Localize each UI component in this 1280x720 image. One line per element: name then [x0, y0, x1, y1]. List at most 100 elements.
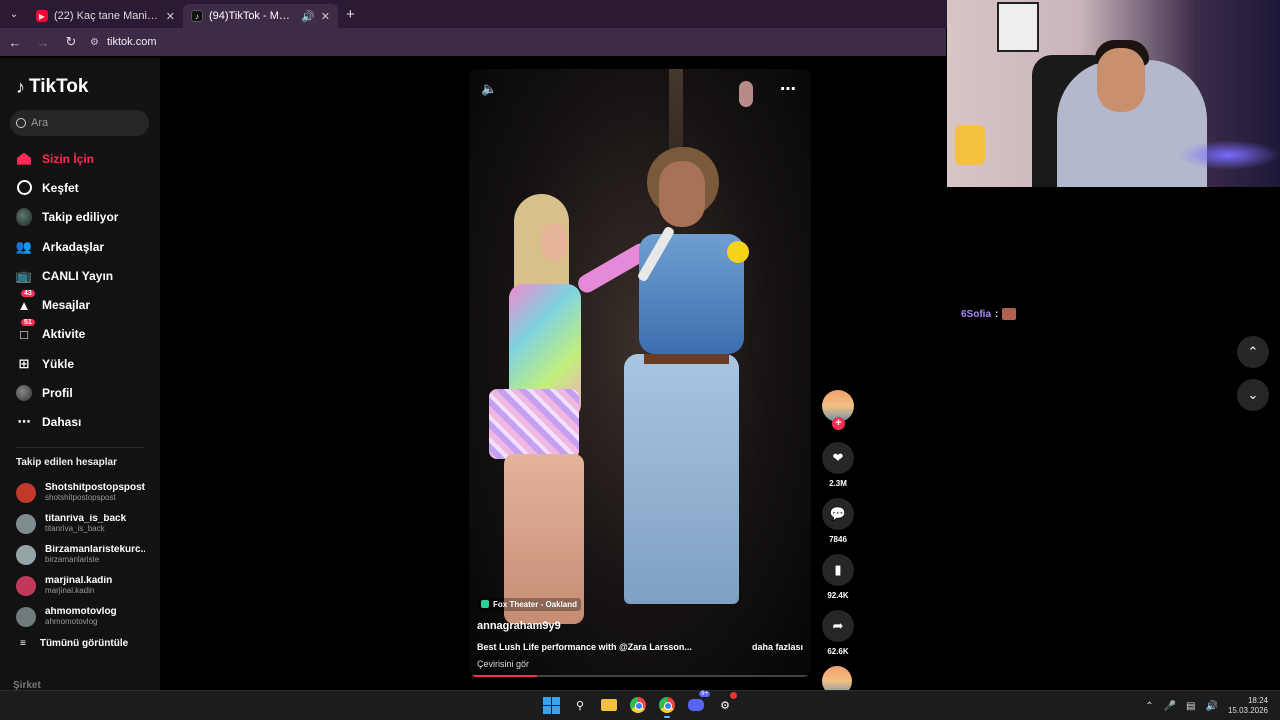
volume-icon[interactable]: 🔈	[481, 81, 497, 97]
video-progress-fill	[469, 675, 538, 677]
url-text: tiktok.com	[106, 36, 157, 48]
account-handle: titanriva_is_back	[45, 524, 105, 534]
discord-badge: 9+	[699, 691, 710, 697]
nav-label: Keşfet	[42, 180, 79, 195]
stream-chat-message: 6Sofia :	[961, 308, 1017, 320]
reload-icon[interactable]: ↻	[62, 34, 80, 50]
microphone-icon[interactable]: 🎤	[1164, 701, 1176, 712]
file-explorer-button[interactable]	[599, 695, 619, 715]
compass-icon	[16, 180, 32, 196]
nav-item-explore[interactable]: Keşfet	[0, 173, 160, 202]
following-account[interactable]: Birzamanlaristekurc... birzamanlariste	[16, 540, 156, 571]
nav-item-upload[interactable]: ⊞ Yükle	[0, 349, 160, 378]
save-button[interactable]: ▮	[822, 554, 854, 586]
video-actions: + ❤ 2.3M 💬 7846 ▮ 92.4K ➦ 62.6K	[822, 390, 854, 696]
discord-button[interactable]: 9+	[686, 691, 710, 715]
tiktok-sidebar: ♪ TikTok Ara Sizin İçin Keşfet Takip edi…	[0, 58, 160, 691]
forward-arrow-icon[interactable]: →	[34, 35, 52, 50]
close-icon[interactable]: ✕	[321, 10, 330, 23]
nav-label: Sizin İçin	[42, 151, 95, 166]
clock-time: 18:24	[1247, 696, 1268, 705]
tiktok-logo[interactable]: ♪ TikTok	[16, 76, 88, 98]
close-icon[interactable]: ✕	[166, 10, 175, 23]
save-count: 92.4K	[827, 591, 849, 600]
nav-item-messages[interactable]: ▲ 43 Mesajlar	[0, 290, 160, 319]
nav-item-following[interactable]: Takip ediliyor	[0, 203, 160, 232]
video-player[interactable]: 🔈 ⋯ Fox Theater - Oakland annagraham9y9 …	[469, 69, 811, 677]
see-all-label: Tümünü görüntüle	[39, 638, 129, 649]
chevron-down-icon: ⌄	[1247, 387, 1259, 402]
more-options-icon[interactable]: ⋯	[780, 79, 797, 99]
nav-item-activity[interactable]: □ 51 Aktivite	[0, 319, 160, 349]
browser-tab-youtube[interactable]: ▶ (22) Kaç tane Manifest şarkısı b ✕	[28, 4, 183, 28]
webcam-detail	[997, 2, 1039, 52]
search-button[interactable]: ⚲	[570, 695, 590, 715]
chrome-active-button[interactable]	[657, 695, 677, 718]
upload-icon: ⊞	[18, 355, 30, 371]
nav-item-live[interactable]: 📺 CANLI Yayın	[0, 261, 160, 290]
nav-item-friends[interactable]: 👥 Arkadaşlar	[0, 232, 160, 261]
start-button[interactable]	[541, 695, 561, 715]
nav-label: Dahası	[42, 415, 82, 430]
follow-plus-icon[interactable]: +	[832, 417, 845, 430]
site-info-icon[interactable]: ⚙	[90, 37, 99, 48]
next-video-button[interactable]: ⌄	[1237, 379, 1269, 411]
speaker-icon[interactable]: 🔊	[301, 10, 315, 23]
following-account[interactable]: ahmomotovlog ahmomotovlog	[16, 601, 156, 632]
tab-title: (94)TikTok - Make Your Day	[209, 10, 296, 22]
video-author[interactable]: annagraham9y9	[477, 620, 803, 632]
tiktok-icon: ♪	[16, 76, 25, 97]
video-description: Best Lush Life performance with @Zara La…	[477, 642, 692, 652]
search-placeholder: Ara	[31, 117, 49, 129]
comment-count: 7846	[829, 535, 847, 544]
heart-icon: ❤	[832, 450, 844, 465]
webcam-detail	[1177, 140, 1280, 170]
following-account[interactable]: Shotshitpostopspost shotshitpostopspost	[16, 478, 156, 509]
location-tag[interactable]: Fox Theater - Oakland	[477, 597, 582, 611]
avatar	[16, 575, 36, 596]
avatar	[16, 606, 36, 627]
share-arrow-icon: ➦	[832, 618, 844, 633]
back-arrow-icon[interactable]: ←	[6, 35, 24, 50]
chrome-button[interactable]	[628, 695, 648, 715]
messages-badge: 43	[21, 290, 35, 298]
app-button[interactable]: ⚙	[715, 692, 737, 715]
share-button[interactable]: ➦	[822, 610, 854, 642]
search-input[interactable]: Ara	[10, 110, 149, 136]
video-frame-detail	[659, 161, 705, 227]
new-tab-button[interactable]: +	[346, 6, 355, 23]
profile-avatar-icon	[16, 385, 32, 402]
nav-item-profile[interactable]: Profil	[0, 378, 160, 407]
translate-link[interactable]: Çevirisini gör	[477, 659, 803, 669]
nav-item-for-you[interactable]: Sizin İçin	[0, 144, 160, 173]
nav-item-more[interactable]: ⋯ Dahası	[0, 408, 160, 437]
live-tv-icon: 📺	[15, 267, 33, 283]
previous-video-button[interactable]: ⌃	[1237, 336, 1269, 368]
creator-avatar[interactable]: +	[822, 390, 854, 430]
video-frame-detail	[644, 354, 729, 364]
chevron-up-icon[interactable]: ⌃	[1145, 701, 1153, 712]
webcam-detail	[955, 125, 985, 165]
chrome-icon	[630, 697, 646, 713]
share-count: 62.6K	[827, 647, 849, 656]
video-top-controls: 🔈 ⋯	[469, 69, 811, 109]
following-list: Shotshitpostopspost shotshitpostopspost t…	[16, 478, 156, 632]
chevron-down-icon: ⌄	[9, 8, 19, 20]
windows-taskbar: ⚲ 9+ ⚙ ⌃ 🎤 ▤ 🔊 18:24 15.03.2026	[0, 690, 1280, 720]
like-button[interactable]: ❤	[822, 442, 854, 474]
see-more-link[interactable]: daha fazlası	[752, 642, 803, 652]
account-name: Birzamanlaristekurc...	[45, 544, 145, 555]
following-account[interactable]: marjinal.kadin marjinal.kadin	[16, 570, 156, 601]
tab-search-button[interactable]: ⌄	[0, 0, 28, 28]
account-name: Shotshitpostopspost	[45, 483, 145, 494]
browser-tab-tiktok[interactable]: ♪ (94)TikTok - Make Your Day 🔊 ✕	[183, 4, 338, 28]
system-clock[interactable]: 18:24 15.03.2026	[1228, 696, 1268, 716]
account-name: marjinal.kadin	[45, 575, 113, 586]
speaker-icon[interactable]: 🔊	[1206, 701, 1218, 712]
network-icon[interactable]: ▤	[1186, 701, 1195, 712]
following-account[interactable]: titanriva_is_back titanriva_is_back	[16, 509, 156, 540]
comment-button[interactable]: 💬	[822, 498, 854, 530]
url-field[interactable]: ⚙ tiktok.com	[90, 36, 156, 48]
video-progress-bar[interactable]	[469, 675, 811, 677]
see-all-following-button[interactable]: ≡ Tümünü görüntüle	[20, 638, 128, 649]
